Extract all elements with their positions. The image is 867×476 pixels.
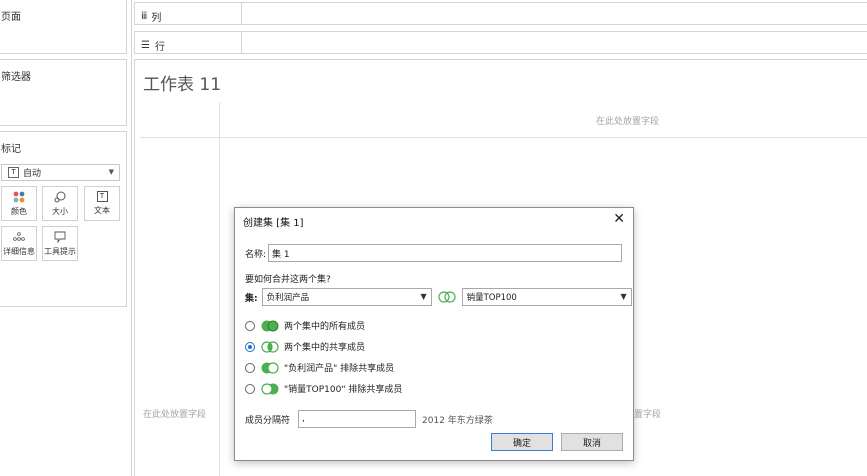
sets-label: 集:: [245, 293, 258, 304]
detail-label: 详细信息: [3, 247, 35, 256]
cancel-label: 取消: [582, 438, 601, 449]
columns-shelf[interactable]: iii 列: [134, 2, 867, 25]
text-icon: T: [96, 191, 108, 202]
venn-right-exclude-icon: [261, 382, 279, 395]
columns-icon: iii: [141, 11, 147, 22]
name-row: 名称: 集 1: [245, 244, 623, 262]
venn-union-icon: [261, 320, 279, 331]
color-label: 颜色: [11, 207, 27, 216]
marks-type-dropdown[interactable]: T 自动 ▼: [1, 164, 120, 181]
option-all-members[interactable]: 两个集中的所有成员: [245, 319, 365, 332]
name-label: 名称:: [245, 249, 267, 260]
option-all-members-label: 两个集中的所有成员: [284, 322, 366, 332]
text-label: 文本: [94, 206, 110, 215]
pages-title: 页面: [1, 12, 21, 23]
rows-drop-area[interactable]: [241, 32, 867, 53]
text-icon: T: [8, 167, 19, 178]
marks-type-value: 自动: [23, 169, 42, 179]
filters-title: 筛选器: [1, 72, 31, 83]
radio-left-exclude[interactable]: [245, 362, 255, 373]
ok-button[interactable]: 确定: [491, 433, 553, 451]
separator-label: 成员分隔符: [245, 415, 291, 426]
close-icon[interactable]: ✕: [613, 211, 625, 227]
rows-label: 行: [154, 42, 165, 53]
left-set-value: 负利润产品: [266, 293, 310, 303]
venn-left-exclude-icon: [261, 361, 279, 374]
option-shared-members[interactable]: 两个集中的共享成员: [245, 340, 365, 353]
sets-row: 集: 负利润产品 ▼ 销量TOP100 ▼: [245, 288, 632, 306]
size-icon: [54, 191, 66, 203]
venn-intersection-icon: [261, 340, 279, 353]
worksheet-title: 工作表 11: [143, 75, 222, 95]
filters-panel: 筛选器: [0, 59, 127, 126]
columns-drop-area[interactable]: [241, 3, 867, 24]
dialog-title: 创建集 [集 1]: [243, 218, 304, 229]
venn-intersection-icon: [438, 291, 456, 303]
row-drop-hint[interactable]: 在此处放置字段: [143, 407, 206, 420]
option-right-exclude-label: "销量TOP100" 排除共享成员: [284, 385, 403, 395]
columns-label: 列: [151, 13, 162, 24]
separator-value: ,: [302, 414, 305, 424]
option-left-exclude[interactable]: "负利润产品" 排除共享成员: [245, 361, 394, 374]
text-button[interactable]: T 文本: [84, 186, 120, 221]
chevron-down-icon: ▼: [620, 292, 627, 301]
option-shared-members-label: 两个集中的共享成员: [284, 343, 366, 353]
size-label: 大小: [52, 207, 68, 216]
ok-label: 确定: [512, 438, 531, 449]
option-left-exclude-label: "负利润产品" 排除共享成员: [284, 364, 395, 374]
color-button[interactable]: 颜色: [1, 186, 37, 221]
detail-icon: [13, 232, 25, 241]
radio-shared-members[interactable]: [245, 341, 255, 352]
separator-row: 成员分隔符 , 2012 年东方绿茶: [245, 410, 493, 428]
view-drop-hint[interactable]: 置字段: [634, 407, 661, 420]
pages-panel: 页面: [0, 0, 127, 54]
chevron-down-icon: ▼: [108, 168, 114, 176]
rows-shelf[interactable]: ☰ 行: [134, 31, 867, 54]
left-set-dropdown[interactable]: 负利润产品 ▼: [261, 288, 432, 306]
right-set-value: 销量TOP100: [466, 293, 517, 303]
column-drop-hint[interactable]: 在此处放置字段: [596, 114, 659, 127]
cancel-button[interactable]: 取消: [561, 433, 623, 451]
separator-input[interactable]: ,: [298, 410, 417, 428]
separator-example: 2012 年东方绿茶: [422, 415, 493, 426]
marks-panel: 标记 T 自动 ▼ 颜色 大小 T 文本 详细信息 工具提示: [0, 131, 127, 307]
tooltip-label: 工具提示: [44, 247, 76, 256]
detail-button[interactable]: 详细信息: [1, 226, 37, 261]
tooltip-button[interactable]: 工具提示: [42, 226, 78, 261]
create-set-dialog: 创建集 [集 1] ✕ 名称: 集 1 要如何合并这两个集? 集: 负利润产品 …: [234, 207, 634, 461]
question-row: 要如何合并这两个集?: [245, 272, 331, 285]
radio-all-members[interactable]: [245, 320, 255, 331]
chevron-down-icon: ▼: [420, 292, 427, 301]
right-set-dropdown[interactable]: 销量TOP100 ▼: [461, 288, 632, 306]
option-right-exclude[interactable]: "销量TOP100" 排除共享成员: [245, 382, 402, 395]
row-header-divider: [219, 102, 220, 476]
tooltip-icon: [54, 231, 66, 243]
column-header-divider: [140, 137, 867, 138]
radio-right-exclude[interactable]: [245, 383, 255, 394]
rows-icon: ☰: [141, 40, 150, 51]
name-value: 集 1: [272, 249, 290, 260]
combine-question: 要如何合并这两个集?: [245, 275, 331, 285]
color-dots-icon: [13, 191, 25, 203]
dialog-titlebar[interactable]: 创建集 [集 1] ✕: [235, 208, 633, 232]
name-input[interactable]: 集 1: [268, 244, 623, 262]
size-button[interactable]: 大小: [42, 186, 78, 221]
marks-title: 标记: [1, 144, 21, 155]
left-pane-divider: [131, 0, 132, 476]
